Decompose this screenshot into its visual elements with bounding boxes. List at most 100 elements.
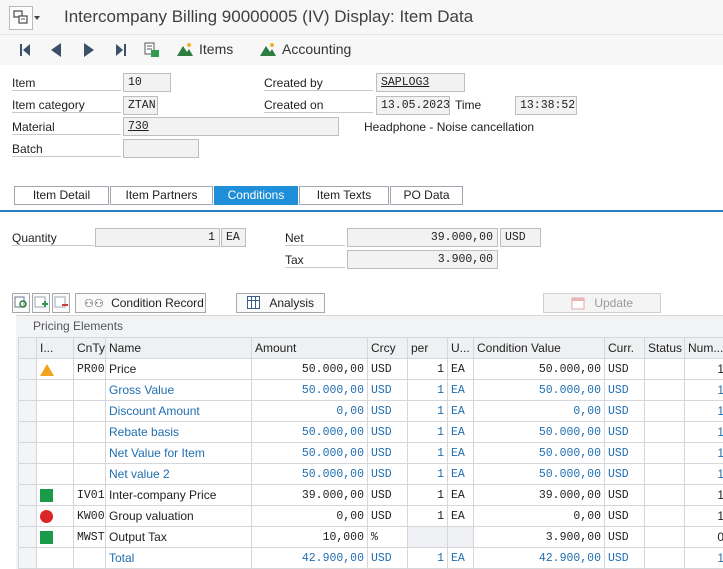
row-selector[interactable] xyxy=(19,464,37,485)
condition-record-button[interactable]: ⚇⚇ Condition Record xyxy=(75,293,206,313)
table-row[interactable]: Discount Amount0,00USD1EA0,00USD1 xyxy=(19,401,723,422)
tab-item-detail[interactable]: Item Detail xyxy=(14,186,109,205)
cell-curr: USD xyxy=(605,422,645,443)
net-value-field[interactable]: 39.000,00 xyxy=(347,228,498,247)
tab-item-texts[interactable]: Item Texts xyxy=(299,186,389,205)
table-row[interactable]: Net Value for Item50.000,00USD1EA50.000,… xyxy=(19,443,723,464)
cell-name[interactable]: Net value 2 xyxy=(106,464,252,485)
cell-cnty[interactable] xyxy=(74,464,106,485)
net-currency-field[interactable]: USD xyxy=(500,228,541,247)
time-field[interactable]: 13:38:52 xyxy=(515,96,577,115)
insert-row-button[interactable] xyxy=(32,293,50,313)
cell-name[interactable]: Group valuation xyxy=(106,506,252,527)
item-category-field[interactable]: ZTAN xyxy=(123,96,158,115)
quantity-field[interactable]: 1 xyxy=(95,228,220,247)
cell-value: 0,00 xyxy=(474,506,605,527)
cell-amount: 50.000,00 xyxy=(252,443,368,464)
column-header-crcy[interactable]: Crcy xyxy=(368,338,408,359)
row-selector[interactable] xyxy=(19,506,37,527)
cell-cnty[interactable]: PR00 xyxy=(74,359,106,380)
column-header-num[interactable]: Num... xyxy=(685,338,723,359)
cell-status xyxy=(645,422,685,443)
created-by-field[interactable]: SAPLOG3 xyxy=(376,73,465,92)
table-row[interactable]: MWSTOutput Tax10,000%3.900,00USD0 xyxy=(19,527,723,548)
row-selector[interactable] xyxy=(19,380,37,401)
row-selector[interactable] xyxy=(19,485,37,506)
row-selector[interactable] xyxy=(19,359,37,380)
analysis-button[interactable]: Analysis xyxy=(236,293,325,313)
tax-value-field[interactable]: 3.900,00 xyxy=(347,250,498,269)
cell-status xyxy=(645,443,685,464)
menu-button[interactable] xyxy=(9,6,33,30)
column-header-per[interactable]: per xyxy=(408,338,448,359)
table-row[interactable]: Gross Value50.000,00USD1EA50.000,00USD1 xyxy=(19,380,723,401)
cell-cnty[interactable] xyxy=(74,380,106,401)
table-row[interactable]: Net value 250.000,00USD1EA50.000,00USD1 xyxy=(19,464,723,485)
status-icon-cell xyxy=(37,443,74,464)
row-selector[interactable] xyxy=(19,401,37,422)
cell-status xyxy=(645,548,685,569)
menu-caret-button[interactable] xyxy=(32,9,42,25)
column-header-curr[interactable]: Curr. xyxy=(605,338,645,359)
row-selector[interactable] xyxy=(19,527,37,548)
tab-item-partners[interactable]: Item Partners xyxy=(110,186,213,205)
cell-name[interactable]: Net Value for Item xyxy=(106,443,252,464)
cell-cnty[interactable] xyxy=(74,548,106,569)
material-field[interactable]: 730 xyxy=(123,117,339,136)
document-flow-button[interactable] xyxy=(143,41,161,59)
cell-name[interactable]: Gross Value xyxy=(106,380,252,401)
cell-name[interactable]: Total xyxy=(106,548,252,569)
column-header-icon[interactable]: I... xyxy=(37,338,74,359)
row-selector[interactable] xyxy=(19,443,37,464)
update-button[interactable]: Update xyxy=(543,293,661,313)
cell-cnty[interactable] xyxy=(74,422,106,443)
column-header-condition-value[interactable]: Condition Value xyxy=(474,338,605,359)
cell-name[interactable]: Inter-company Price xyxy=(106,485,252,506)
column-header-amount[interactable]: Amount xyxy=(252,338,368,359)
cell-cnty[interactable] xyxy=(74,443,106,464)
next-item-button[interactable] xyxy=(80,41,98,59)
cell-name[interactable]: Price xyxy=(106,359,252,380)
tab-conditions[interactable]: Conditions xyxy=(214,186,298,205)
row-selector[interactable] xyxy=(19,548,37,569)
details-button[interactable] xyxy=(12,293,30,313)
cell-name[interactable]: Output Tax xyxy=(106,527,252,548)
column-header-cnty[interactable]: CnTy xyxy=(74,338,106,359)
analysis-grid-icon xyxy=(247,296,260,309)
insert-row-icon xyxy=(33,294,49,310)
cell-cnty[interactable] xyxy=(74,401,106,422)
column-header-name[interactable]: Name xyxy=(106,338,252,359)
cell-cnty[interactable]: MWST xyxy=(74,527,106,548)
batch-field[interactable] xyxy=(123,139,199,158)
table-row[interactable]: Total42.900,00USD1EA42.900,00USD1 xyxy=(19,548,723,569)
previous-item-button[interactable] xyxy=(47,41,65,59)
item-field[interactable]: 10 xyxy=(123,73,171,92)
cell-name[interactable]: Discount Amount xyxy=(106,401,252,422)
accounting-button[interactable]: Accounting xyxy=(282,41,351,57)
items-icon-wrap[interactable] xyxy=(176,41,194,59)
table-row[interactable]: IV01Inter-company Price39.000,00USD1EA39… xyxy=(19,485,723,506)
created-on-field[interactable]: 13.05.2023 xyxy=(376,96,450,115)
quantity-unit-field[interactable]: EA xyxy=(221,228,246,247)
column-header-status[interactable]: Status xyxy=(645,338,685,359)
pricing-elements-table: I... CnTy Name Amount Crcy per U... Cond… xyxy=(18,337,723,569)
table-row[interactable]: PR00Price50.000,00USD1EA50.000,00USD1 xyxy=(19,359,723,380)
first-item-button[interactable] xyxy=(16,41,34,59)
tab-po-data[interactable]: PO Data xyxy=(390,186,463,205)
table-row[interactable]: Rebate basis50.000,00USD1EA50.000,00USD1 xyxy=(19,422,723,443)
accounting-icon-wrap[interactable] xyxy=(259,41,277,59)
column-header-uom[interactable]: U... xyxy=(448,338,474,359)
last-item-button[interactable] xyxy=(112,41,130,59)
status-icon-cell xyxy=(37,548,74,569)
cell-name[interactable]: Rebate basis xyxy=(106,422,252,443)
row-selector[interactable] xyxy=(19,422,37,443)
cell-cnty[interactable]: KW00 xyxy=(74,506,106,527)
cell-cnty[interactable]: IV01 xyxy=(74,485,106,506)
cell-amount: 10,000 xyxy=(252,527,368,548)
items-button[interactable]: Items xyxy=(199,41,233,57)
table-row[interactable]: KW00Group valuation0,00USD1EA0,00USD1 xyxy=(19,506,723,527)
row-selector-header[interactable] xyxy=(19,338,37,359)
cell-curr: USD xyxy=(605,401,645,422)
delete-row-button[interactable] xyxy=(52,293,70,313)
last-icon xyxy=(114,42,128,58)
